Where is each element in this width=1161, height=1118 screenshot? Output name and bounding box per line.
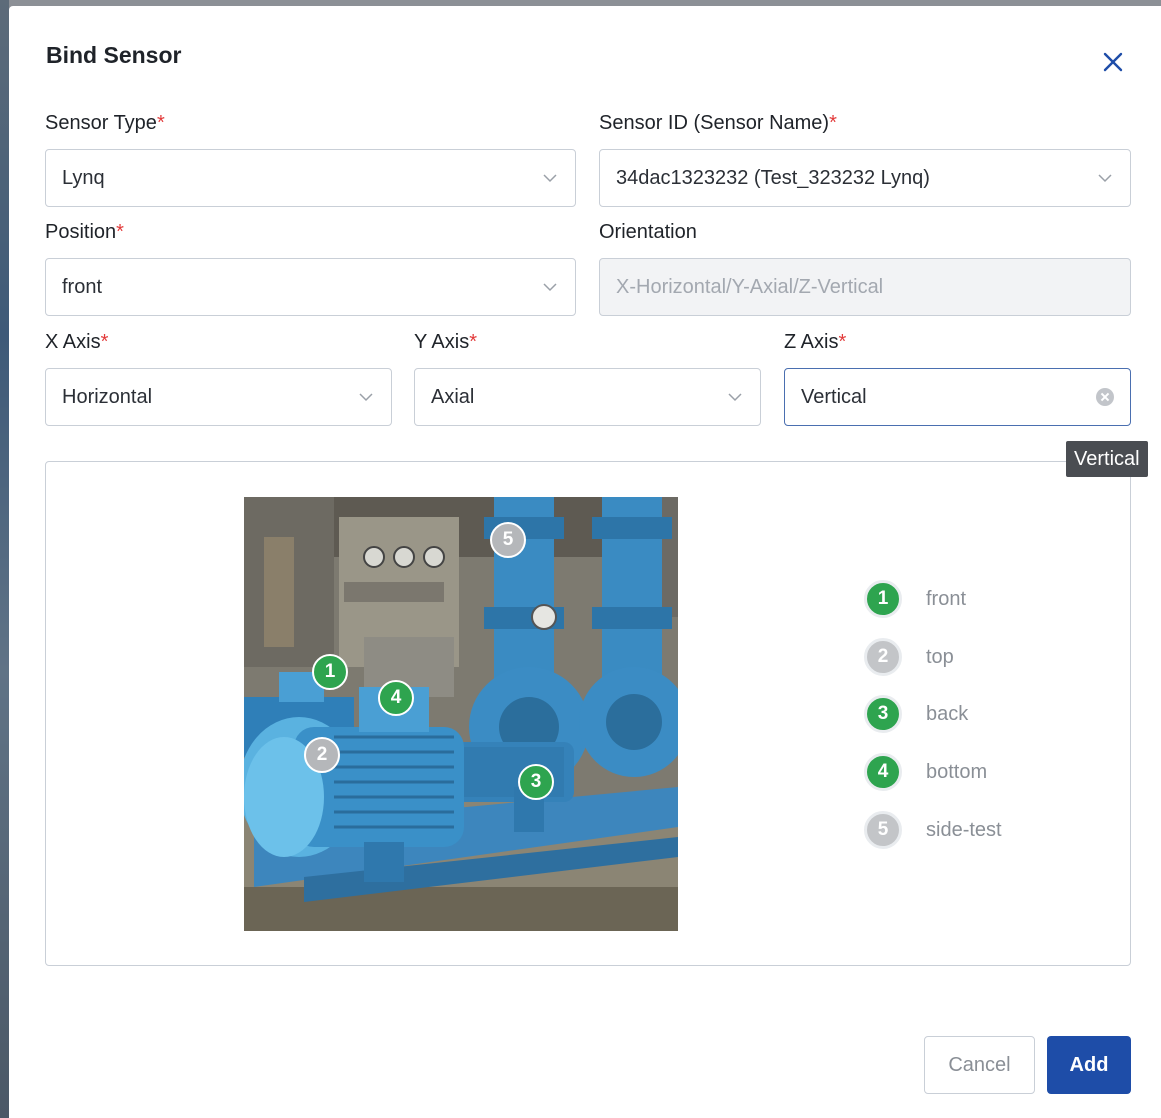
backdrop	[0, 0, 9, 1118]
required-mark: *	[156, 112, 165, 134]
marker-1[interactable]: 1	[312, 654, 348, 690]
y-axis-value: Axial	[431, 385, 475, 408]
legend-label: top	[926, 645, 954, 668]
orientation-field: X-Horizontal/Y-Axial/Z-Vertical	[599, 258, 1131, 316]
chevron-down-icon	[543, 283, 557, 292]
marker-2-number: 2	[316, 744, 328, 765]
sensor-id-value: 34dac1323232 (Test_323232 Lynq)	[616, 166, 930, 189]
y-axis-select[interactable]: Axial	[414, 368, 761, 426]
marker-2[interactable]: 2	[304, 737, 340, 773]
sensor-id-select[interactable]: 34dac1323232 (Test_323232 Lynq)	[599, 149, 1131, 207]
x-axis-label: X Axis*	[45, 331, 108, 354]
sensor-type-label-text: Sensor Type	[45, 112, 157, 134]
add-button[interactable]: Add	[1047, 1036, 1131, 1094]
marker-4[interactable]: 4	[378, 680, 414, 716]
sensor-type-label: Sensor Type*	[45, 112, 165, 135]
cancel-button[interactable]: Cancel	[924, 1036, 1035, 1094]
position-label-text: Position	[45, 221, 117, 243]
z-axis-tooltip: Vertical	[1066, 441, 1148, 477]
legend-dot: 4	[864, 753, 902, 791]
marker-3[interactable]: 3	[518, 764, 554, 800]
marker-4-number: 4	[390, 687, 402, 708]
bind-sensor-modal: Bind Sensor Sensor Type* Lynq Sensor ID …	[9, 6, 1161, 1118]
modal-title: Bind Sensor	[46, 42, 182, 68]
required-mark: *	[838, 331, 847, 353]
legend-dot: 2	[864, 638, 902, 676]
position-diagram-panel: 1 2 3 4 5 1 front 2 top 3 back 4 bottom	[45, 461, 1131, 966]
position-label: Position*	[45, 221, 124, 244]
marker-1-number: 1	[324, 661, 336, 682]
required-mark: *	[829, 112, 837, 134]
chevron-down-icon	[1098, 174, 1112, 183]
legend-label: side-test	[926, 818, 1002, 841]
close-icon[interactable]	[1097, 46, 1129, 78]
x-axis-label-text: X Axis	[45, 331, 101, 353]
z-axis-value: Vertical	[801, 385, 867, 408]
pump-motor-image	[244, 497, 678, 931]
chevron-down-icon	[728, 393, 742, 402]
z-axis-label: Z Axis*	[784, 331, 846, 354]
required-mark: *	[116, 221, 124, 243]
sensor-id-label-text: Sensor ID (Sensor Name)	[599, 112, 830, 134]
legend-dot: 5	[864, 811, 902, 849]
position-select[interactable]: front	[45, 258, 576, 316]
marker-3-number: 3	[530, 771, 542, 792]
y-axis-label-text: Y Axis	[414, 331, 470, 353]
z-axis-select[interactable]: Vertical	[784, 368, 1131, 426]
sensor-type-value: Lynq	[62, 166, 105, 189]
marker-5-number: 5	[502, 529, 514, 550]
y-axis-label: Y Axis*	[414, 331, 477, 354]
required-mark: *	[100, 331, 109, 353]
legend-label: front	[926, 587, 967, 610]
legend-item-bottom[interactable]: 4 bottom	[864, 752, 987, 792]
marker-5[interactable]: 5	[490, 522, 526, 558]
legend-label: bottom	[926, 760, 988, 783]
legend-dot: 3	[864, 695, 902, 733]
legend-item-front[interactable]: 1 front	[864, 579, 966, 619]
x-axis-value: Horizontal	[62, 385, 153, 408]
chevron-down-icon	[543, 174, 557, 183]
sensor-id-label: Sensor ID (Sensor Name)*	[599, 112, 837, 135]
legend-label: back	[926, 702, 969, 725]
legend-item-top[interactable]: 2 top	[864, 637, 954, 677]
required-mark: *	[469, 331, 478, 353]
x-axis-select[interactable]: Horizontal	[45, 368, 392, 426]
sensor-type-select[interactable]: Lynq	[45, 149, 576, 207]
legend-item-back[interactable]: 3 back	[864, 694, 968, 734]
legend-item-side-test[interactable]: 5 side-test	[864, 810, 1002, 850]
orientation-label: Orientation	[599, 221, 697, 243]
orientation-placeholder: X-Horizontal/Y-Axial/Z-Vertical	[616, 275, 884, 298]
clear-icon[interactable]	[1096, 388, 1114, 406]
z-axis-label-text: Z Axis	[784, 331, 839, 353]
position-value: front	[62, 275, 103, 298]
chevron-down-icon	[359, 393, 373, 402]
legend-dot: 1	[864, 580, 902, 618]
